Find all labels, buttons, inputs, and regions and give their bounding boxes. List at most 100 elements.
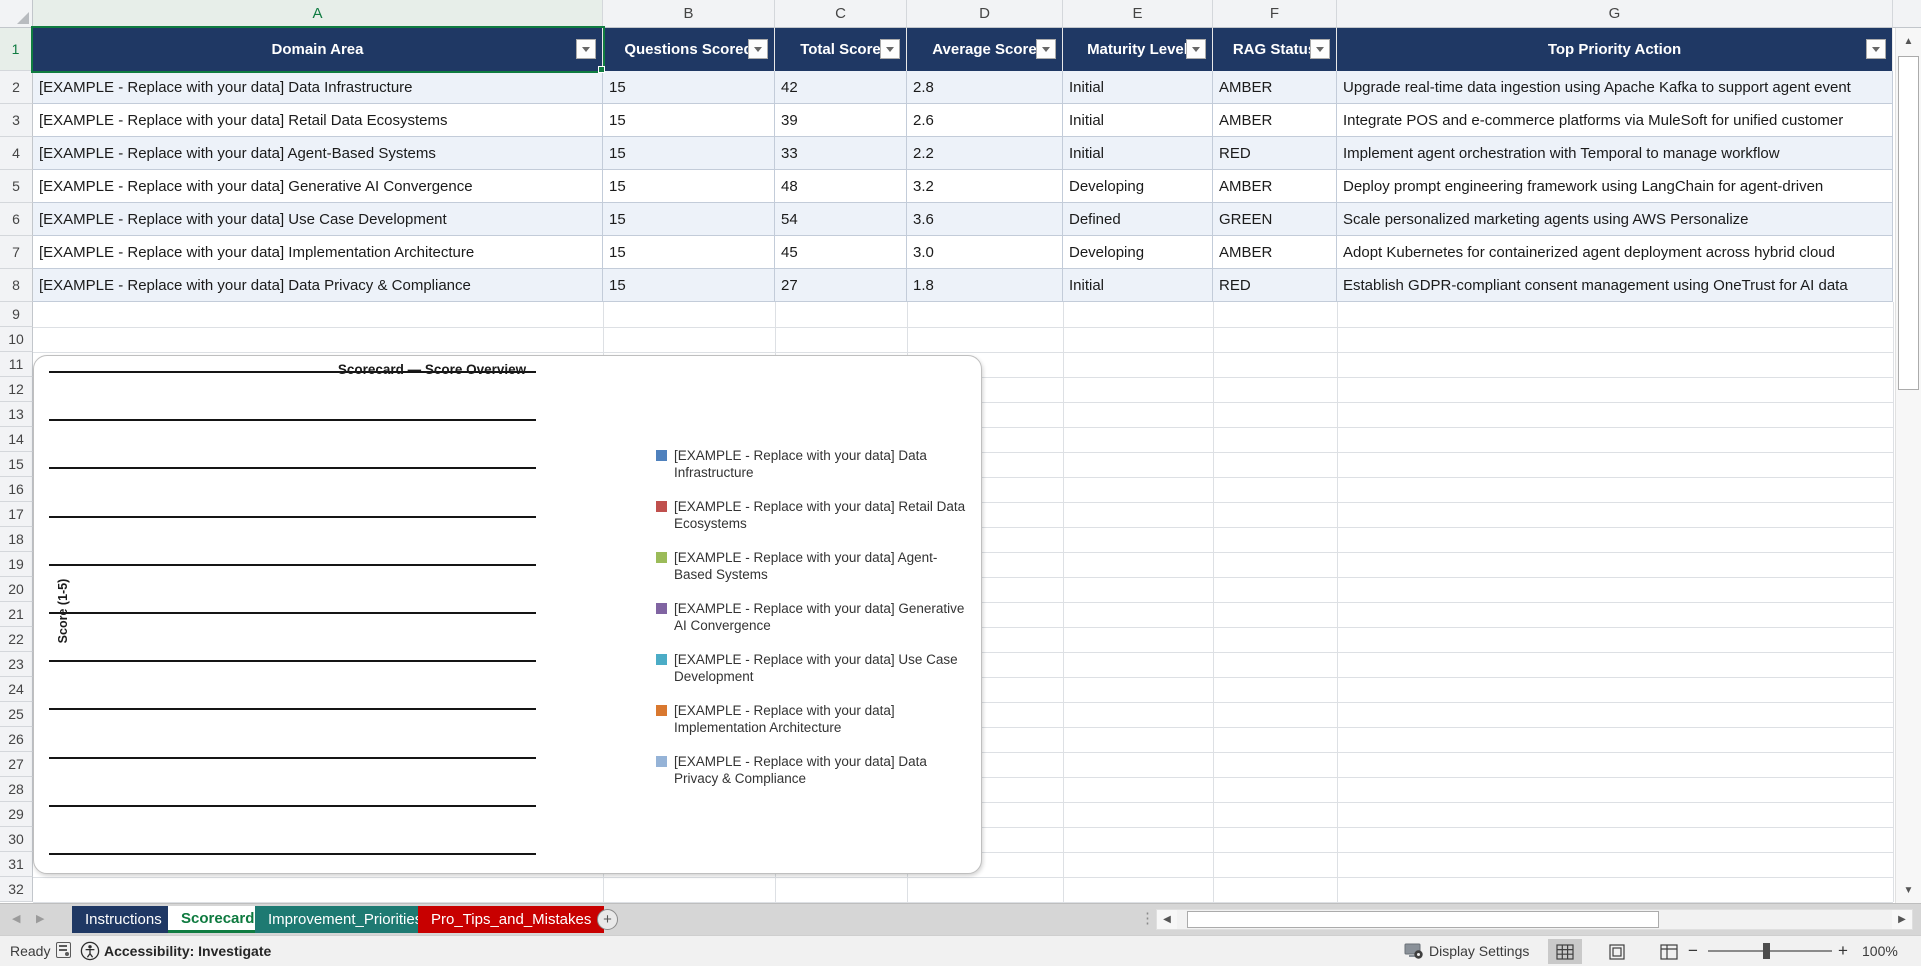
filter-dropdown-button[interactable] [1036, 39, 1056, 59]
table-cell[interactable]: 45 [775, 236, 907, 269]
legend-item[interactable]: [EXAMPLE - Replace with your data] Agent… [656, 549, 974, 583]
row-header-23[interactable]: 23 [0, 652, 33, 677]
legend-item[interactable]: [EXAMPLE - Replace with your data] Data … [656, 447, 974, 481]
table-cell[interactable]: 27 [775, 269, 907, 302]
table-cell[interactable]: 15 [603, 170, 775, 203]
zoom-level[interactable]: 100% [1862, 943, 1898, 959]
table-cell[interactable]: 48 [775, 170, 907, 203]
row-header-26[interactable]: 26 [0, 727, 33, 752]
row-header-30[interactable]: 30 [0, 827, 33, 852]
column-header-G[interactable]: G [1337, 0, 1893, 28]
table-cell[interactable]: 2.8 [907, 71, 1063, 104]
legend-item[interactable]: [EXAMPLE - Replace with your data] Retai… [656, 498, 974, 532]
table-cell[interactable]: AMBER [1213, 71, 1337, 104]
row-header-19[interactable]: 19 [0, 552, 33, 577]
table-cell[interactable]: Adopt Kubernetes for containerized agent… [1337, 236, 1893, 269]
row-header-16[interactable]: 16 [0, 477, 33, 502]
filter-dropdown-button[interactable] [880, 39, 900, 59]
zoom-in-button[interactable]: + [1838, 941, 1848, 961]
macro-record-icon[interactable] [56, 942, 71, 958]
table-cell[interactable]: AMBER [1213, 236, 1337, 269]
table-cell[interactable]: Initial [1063, 269, 1213, 302]
row-header-20[interactable]: 20 [0, 577, 33, 602]
table-cell[interactable]: [EXAMPLE - Replace with your data] Retai… [33, 104, 603, 137]
table-cell[interactable]: 42 [775, 71, 907, 104]
row-header-10[interactable]: 10 [0, 327, 33, 352]
page-layout-view-button[interactable] [1600, 939, 1634, 964]
row-header-31[interactable]: 31 [0, 852, 33, 877]
table-cell[interactable]: [EXAMPLE - Replace with your data] Data … [33, 71, 603, 104]
table-cell[interactable]: Implement agent orchestration with Tempo… [1337, 137, 1893, 170]
table-cell[interactable]: Developing [1063, 170, 1213, 203]
legend-item[interactable]: [EXAMPLE - Replace with your data] Gener… [656, 600, 974, 634]
table-cell[interactable]: RED [1213, 137, 1337, 170]
table-cell[interactable]: RED [1213, 269, 1337, 302]
legend-item[interactable]: [EXAMPLE - Replace with your data] Data … [656, 753, 974, 787]
row-header-5[interactable]: 5 [0, 170, 33, 203]
accessibility-status[interactable]: Accessibility: Investigate [104, 943, 271, 959]
zoom-out-button[interactable]: − [1688, 941, 1698, 961]
column-header-E[interactable]: E [1063, 0, 1213, 28]
vertical-scrollbar-thumb[interactable] [1898, 56, 1919, 390]
table-cell[interactable]: Initial [1063, 137, 1213, 170]
tab-instructions[interactable]: Instructions [72, 906, 175, 933]
horizontal-scrollbar[interactable]: ◀ ▶ [1156, 909, 1913, 930]
column-header-D[interactable]: D [907, 0, 1063, 28]
table-cell[interactable]: Establish GDPR-compliant consent managem… [1337, 269, 1893, 302]
table-cell[interactable]: [EXAMPLE - Replace with your data] Agent… [33, 137, 603, 170]
table-cell[interactable]: 54 [775, 203, 907, 236]
table-cell[interactable]: 15 [603, 269, 775, 302]
table-cell[interactable]: Initial [1063, 104, 1213, 137]
table-cell[interactable]: [EXAMPLE - Replace with your data] Data … [33, 269, 603, 302]
page-break-preview-button[interactable] [1652, 939, 1686, 964]
display-settings-button[interactable]: Display Settings [1429, 943, 1529, 959]
row-header-24[interactable]: 24 [0, 677, 33, 702]
table-cell[interactable]: 1.8 [907, 269, 1063, 302]
column-header-C[interactable]: C [775, 0, 907, 28]
tab-pro_tips_and_mistakes[interactable]: Pro_Tips_and_Mistakes [418, 906, 605, 933]
table-cell[interactable]: 3.2 [907, 170, 1063, 203]
select-all-button[interactable] [0, 0, 33, 28]
column-header-B[interactable]: B [603, 0, 775, 28]
scorecard-chart[interactable]: Scorecard — Score Overview Score (1-5) [… [33, 355, 982, 874]
table-cell[interactable]: 33 [775, 137, 907, 170]
scroll-right-arrow-icon[interactable]: ▶ [1892, 910, 1912, 929]
table-cell[interactable]: Upgrade real-time data ingestion using A… [1337, 71, 1893, 104]
table-cell[interactable]: 15 [603, 203, 775, 236]
row-header-27[interactable]: 27 [0, 752, 33, 777]
row-header-29[interactable]: 29 [0, 802, 33, 827]
row-header-4[interactable]: 4 [0, 137, 33, 170]
zoom-slider-handle[interactable] [1763, 943, 1770, 959]
row-header-15[interactable]: 15 [0, 452, 33, 477]
table-cell[interactable]: [EXAMPLE - Replace with your data] Use C… [33, 203, 603, 236]
new-sheet-button[interactable]: + [597, 909, 618, 930]
legend-item[interactable]: [EXAMPLE - Replace with your data] Use C… [656, 651, 974, 685]
table-cell[interactable]: AMBER [1213, 104, 1337, 137]
table-cell[interactable]: 2.6 [907, 104, 1063, 137]
table-cell[interactable]: Initial [1063, 71, 1213, 104]
tab-scorecard[interactable]: Scorecard [168, 906, 268, 933]
filter-dropdown-button[interactable] [1310, 39, 1330, 59]
table-cell[interactable]: 15 [603, 236, 775, 269]
fill-handle[interactable] [598, 66, 605, 73]
scroll-down-arrow-icon[interactable]: ▼ [1896, 877, 1921, 903]
table-cell[interactable]: Deploy prompt engineering framework usin… [1337, 170, 1893, 203]
table-cell[interactable]: Developing [1063, 236, 1213, 269]
tab-scroll-right-icon[interactable]: ▶ [36, 912, 44, 925]
row-header-6[interactable]: 6 [0, 203, 33, 236]
table-cell[interactable]: 2.2 [907, 137, 1063, 170]
row-header-7[interactable]: 7 [0, 236, 33, 269]
vertical-scrollbar[interactable]: ▲ ▼ [1895, 28, 1921, 903]
table-cell[interactable]: 15 [603, 104, 775, 137]
filter-dropdown-button[interactable] [748, 39, 768, 59]
table-cell[interactable]: 39 [775, 104, 907, 137]
legend-item[interactable]: [EXAMPLE - Replace with your data] Imple… [656, 702, 974, 736]
row-header-13[interactable]: 13 [0, 402, 33, 427]
column-header-A[interactable]: A [33, 0, 603, 28]
row-header-8[interactable]: 8 [0, 269, 33, 302]
tab-scroll-left-icon[interactable]: ◀ [12, 912, 20, 925]
row-header-28[interactable]: 28 [0, 777, 33, 802]
table-cell[interactable]: 3.0 [907, 236, 1063, 269]
row-header-22[interactable]: 22 [0, 627, 33, 652]
zoom-slider-track[interactable] [1708, 950, 1832, 952]
